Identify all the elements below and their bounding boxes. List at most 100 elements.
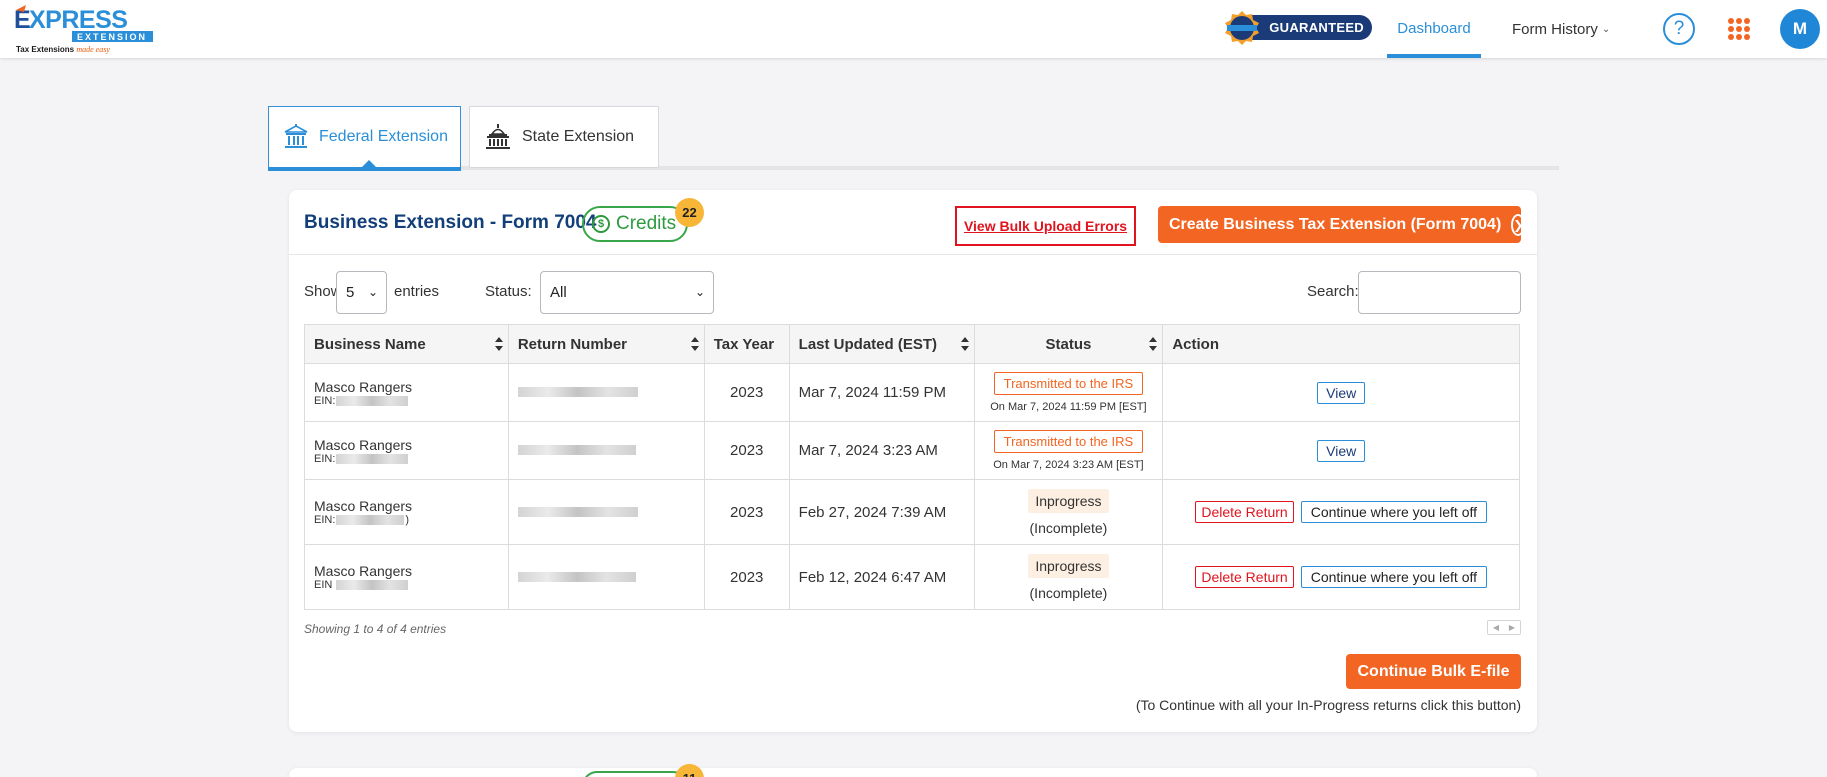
- chevron-right-icon: ❯: [1511, 213, 1526, 236]
- secondary-credits-count-badge: 11: [675, 764, 704, 777]
- credits-count-badge: 22: [675, 198, 704, 227]
- redacted-ein: [336, 395, 409, 406]
- tax-year: 2023: [703, 421, 790, 480]
- credits-button[interactable]: $ Credits: [582, 206, 688, 242]
- card-header: Business Extension - Form 7004 $ Credits…: [289, 190, 1537, 255]
- logo-wordmark: E XPRESS EXTENSION: [14, 5, 153, 42]
- status-badge: Transmitted to the IRS: [993, 430, 1144, 453]
- redacted-return-number: [517, 445, 636, 455]
- tabs-underline: [268, 166, 1559, 170]
- table-info: Showing 1 to 4 of 4 entries: [304, 622, 447, 636]
- user-avatar[interactable]: M: [1780, 9, 1820, 49]
- search-label: Search:: [1307, 283, 1359, 300]
- extension-tabs: Federal Extension State Extension: [268, 106, 1559, 171]
- redacted-ein: [336, 453, 409, 464]
- horizontal-scroll-control[interactable]: ◀ ▶: [1487, 620, 1521, 635]
- card-title: Business Extension - Form 7004: [304, 212, 597, 233]
- status-badge: Inprogress: [1028, 488, 1109, 513]
- redacted-ein: [336, 515, 405, 525]
- ein: EIN:: [314, 395, 508, 407]
- continue-button[interactable]: Continue where you left off: [1300, 566, 1488, 588]
- help-icon[interactable]: ?: [1663, 13, 1695, 45]
- column-last-updated[interactable]: Last Updated (EST): [788, 324, 975, 364]
- sort-icon: [494, 337, 503, 351]
- continue-button[interactable]: Continue where you left off: [1300, 501, 1488, 523]
- view-button[interactable]: View: [1317, 381, 1366, 404]
- table-row: Masco Rangers EIN: 2023 Mar 7, 2024 11:5…: [304, 363, 1520, 422]
- secondary-card: 11: [289, 764, 1537, 777]
- view-bulk-upload-errors-highlight: View Bulk Upload Errors: [955, 206, 1136, 246]
- view-bulk-upload-errors-link[interactable]: View Bulk Upload Errors: [964, 218, 1127, 234]
- secondary-credits-button[interactable]: [582, 771, 688, 777]
- create-button-label: Create Business Tax Extension (Form 7004…: [1169, 215, 1502, 233]
- tax-year: 2023: [703, 363, 790, 422]
- chevron-down-icon: ⌄: [694, 285, 705, 299]
- column-status[interactable]: Status: [973, 324, 1164, 364]
- business-name: Masco Rangers: [314, 378, 413, 395]
- table-header-row: Business Name Return Number Tax Year Las…: [304, 324, 1520, 364]
- tab-state-extension-label: State Extension: [522, 128, 635, 145]
- nav-form-history[interactable]: Form History ⌄: [1512, 0, 1610, 58]
- bulk-efile-note: (To Continue with all your In-Progress r…: [1135, 697, 1521, 713]
- returns-table: Business Name Return Number Tax Year Las…: [304, 324, 1520, 610]
- column-tax-year: Tax Year: [703, 324, 790, 364]
- sort-icon: [960, 337, 969, 351]
- entries-per-page-select[interactable]: 5 ⌄: [336, 271, 387, 314]
- business-extension-card: Business Extension - Form 7004 $ Credits…: [289, 190, 1537, 732]
- bank-icon: [284, 124, 308, 148]
- tab-federal-extension-label: Federal Extension: [319, 128, 448, 145]
- ein: EIN:: [314, 453, 508, 465]
- redacted-return-number: [517, 571, 636, 582]
- express-extension-logo[interactable]: E XPRESS EXTENSION Tax Extensions made e…: [14, 4, 154, 54]
- status-detail: (Incomplete): [1029, 584, 1108, 601]
- table-row: Masco Rangers EIN 2023 Feb 12, 2024 6:47…: [304, 544, 1520, 610]
- chevron-down-icon: ⌄: [1601, 23, 1611, 35]
- continue-bulk-efile-button[interactable]: Continue Bulk E-file: [1346, 654, 1521, 689]
- svg-text:XPRESS: XPRESS: [29, 6, 127, 34]
- nav-form-history-label: Form History: [1512, 20, 1598, 38]
- status-filter-label: Status:: [485, 283, 532, 300]
- view-button[interactable]: View: [1317, 439, 1366, 462]
- entries-per-page-value: 5: [346, 284, 355, 301]
- business-name: Masco Rangers: [314, 563, 413, 579]
- last-updated: Mar 7, 2024 3:23 AM: [788, 421, 975, 480]
- nav-dashboard[interactable]: Dashboard: [1387, 0, 1481, 58]
- search-input[interactable]: [1358, 271, 1521, 314]
- sort-icon: [690, 337, 699, 351]
- create-business-tax-extension-button[interactable]: Create Business Tax Extension (Form 7004…: [1158, 206, 1526, 243]
- logo-tagline: Tax Extensions made easy: [16, 45, 110, 54]
- table-row: Masco Rangers EIN: 2023 Mar 7, 2024 3:23…: [304, 421, 1520, 480]
- dollar-icon: $: [592, 215, 610, 233]
- tab-federal-extension[interactable]: Federal Extension: [268, 106, 461, 171]
- column-action: Action: [1162, 324, 1520, 364]
- business-name: Masco Rangers: [314, 436, 413, 453]
- status-filter-value: All: [550, 284, 567, 301]
- guarantee-seal-icon: [1225, 11, 1259, 45]
- redacted-return-number: [517, 506, 638, 517]
- guaranteed-badge: GUARANTEED: [1222, 10, 1372, 46]
- status-badge: Inprogress: [1028, 553, 1109, 578]
- apps-grid-icon[interactable]: [1728, 18, 1750, 40]
- last-updated: Feb 12, 2024 6:47 AM: [788, 544, 975, 610]
- table-filters: Show 5 ⌄ entries Status: All ⌄ Search:: [304, 270, 1521, 314]
- tax-year: 2023: [703, 544, 790, 610]
- scroll-right-icon[interactable]: ▶: [1504, 621, 1520, 634]
- delete-return-button[interactable]: Delete Return: [1195, 566, 1294, 588]
- status-filter-select[interactable]: All ⌄: [540, 271, 714, 314]
- table-row: Masco Rangers EIN:) 2023 Feb 27, 2024 7:…: [304, 479, 1520, 545]
- delete-return-button[interactable]: Delete Return: [1195, 501, 1294, 523]
- ein: EIN: [314, 579, 508, 591]
- tab-state-extension[interactable]: State Extension: [469, 106, 659, 168]
- tax-year: 2023: [703, 479, 790, 545]
- svg-text:EXTENSION: EXTENSION: [77, 32, 147, 42]
- entries-label: entries: [394, 283, 440, 300]
- scroll-left-icon[interactable]: ◀: [1488, 621, 1504, 634]
- capitol-icon: [486, 124, 510, 149]
- top-navbar: E XPRESS EXTENSION Tax Extensions made e…: [0, 0, 1827, 58]
- credits-label: Credits: [616, 213, 677, 234]
- business-name: Masco Rangers: [314, 498, 413, 514]
- column-business-name[interactable]: Business Name: [304, 324, 509, 364]
- column-return-number[interactable]: Return Number: [507, 324, 705, 364]
- status-detail: On Mar 7, 2024 11:59 PM [EST]: [990, 401, 1147, 413]
- active-tab-indicator: [361, 160, 377, 168]
